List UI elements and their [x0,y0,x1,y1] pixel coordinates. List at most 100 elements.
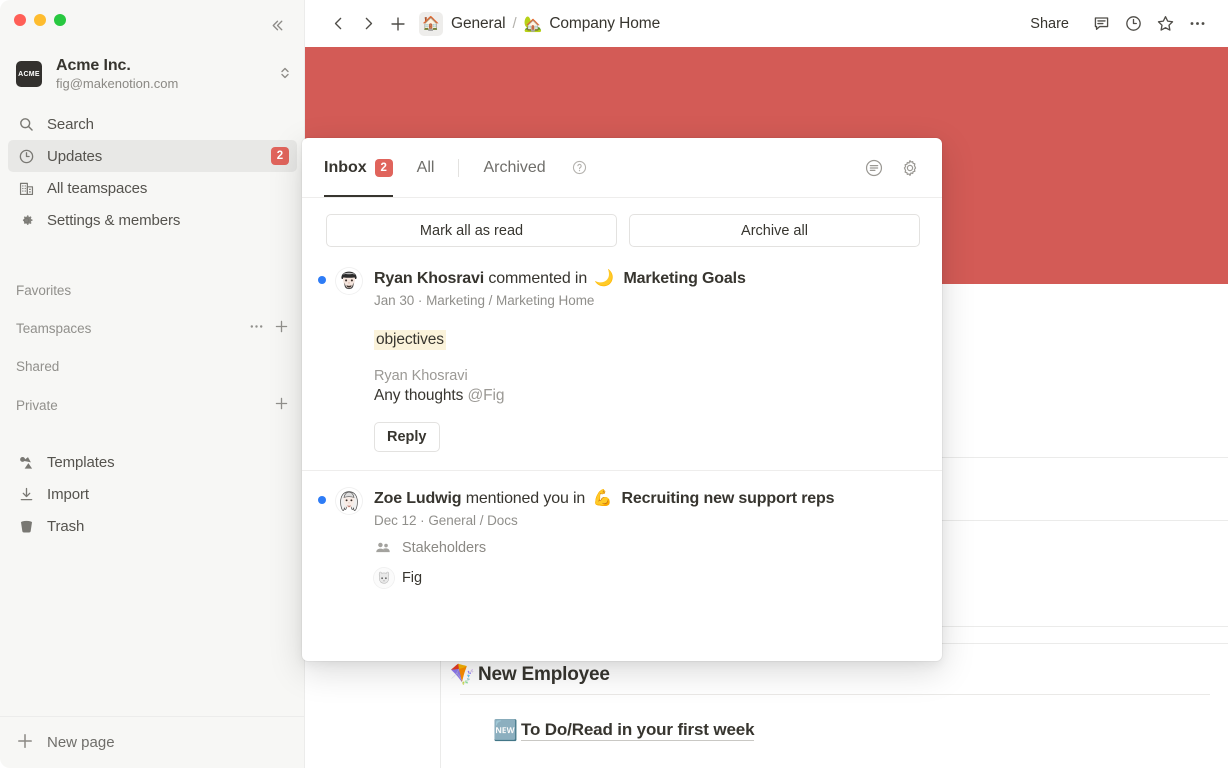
sidebar-item-all-teamspaces[interactable]: All teamspaces [8,172,297,204]
workspace-name: Acme Inc. [56,56,273,75]
new-page-plus-button[interactable] [385,11,411,37]
share-button[interactable]: Share [1021,11,1078,37]
section-label: Teamspaces [16,321,91,336]
unread-indicator [318,496,326,504]
sidebar-item-import[interactable]: Import [8,478,297,510]
gear-icon [16,210,36,230]
people-icon [374,539,392,557]
notification-item[interactable]: Ryan Khosravi commented in 🌙 Marketing G… [302,257,942,470]
notification-actor: Ryan Khosravi [374,270,484,287]
filter-icon[interactable] [862,156,886,180]
notification-meta: Dec 12 · General / Docs [374,513,918,528]
close-window-button[interactable] [14,14,26,26]
sidebar-item-settings-members[interactable]: Settings & members [8,204,297,236]
sidebar-item-label: Trash [47,518,84,535]
sidebar-nav: Search Updates 2 [0,108,305,236]
comment-icon[interactable] [1086,9,1116,39]
acme-logo-icon: ACME [16,61,42,87]
tab-all[interactable]: All [417,138,435,197]
breadcrumb-page[interactable]: Company Home [549,15,660,33]
star-icon[interactable] [1150,9,1180,39]
sidebar-section-shared: Shared [0,352,305,380]
home-emoji-icon[interactable]: 🏠 [419,12,443,36]
import-icon [16,484,36,504]
back-button[interactable] [325,11,351,37]
maximize-window-button[interactable] [54,14,66,26]
trash-icon [16,516,36,536]
inbox-panel-header: Inbox 2 All Archived [302,138,942,198]
workspace-switcher[interactable]: ACME Acme Inc. fig@makenotion.com [0,50,305,98]
breadcrumb-parent[interactable]: General [451,15,505,33]
notification-page-link[interactable]: Marketing Goals [623,270,745,287]
new-emoji-icon: 🆕 [493,718,521,743]
sidebar-item-updates[interactable]: Updates 2 [8,140,297,172]
tab-label: All [417,159,435,177]
mark-all-as-read-button[interactable]: Mark all as read [326,214,617,247]
tab-inbox[interactable]: Inbox 2 [324,138,393,197]
templates-icon [16,452,36,472]
add-teamspace-icon[interactable] [274,319,289,337]
building-icon [16,178,36,198]
property-label: Fig [402,570,422,586]
clock-icon[interactable] [1118,9,1148,39]
comment-text: Any thoughts [374,387,468,404]
fig-avatar [374,568,394,588]
sidebar-bottom-nav: Templates Import Trash [0,446,305,542]
notification-meta: Jan 30 · Marketing / Marketing Home [374,293,918,308]
sidebar-item-label: Updates [47,148,102,165]
notification-header: Ryan Khosravi commented in 🌙 Marketing G… [318,267,918,452]
collapse-sidebar-icon[interactable] [264,12,290,38]
sidebar: ACME Acme Inc. fig@makenotion.com Search [0,0,305,768]
section-header-teamspaces[interactable]: Teamspaces [8,314,297,342]
moon-emoji-icon: 🌙 [594,270,614,287]
notification-verb: commented in [488,270,587,287]
section-header-private[interactable]: Private [8,391,297,419]
section-label: Private [16,398,58,413]
section-label: Favorites [16,283,71,298]
section-header-shared[interactable]: Shared [8,352,297,380]
forward-button[interactable] [355,11,381,37]
sidebar-item-label: All teamspaces [47,180,147,197]
more-icon[interactable] [1182,9,1212,39]
block-todo-read[interactable]: 🆕 To Do/Read in your first week [493,718,754,743]
clock-icon [16,146,36,166]
sidebar-item-templates[interactable]: Templates [8,446,297,478]
more-icon[interactable] [249,319,264,337]
sidebar-item-trash[interactable]: Trash [8,510,297,542]
sidebar-item-label: Settings & members [47,212,180,229]
sidebar-section-favorites: Favorites [0,276,305,304]
kite-emoji-icon: 🪁 [450,662,478,687]
mention-property-fig: Fig [374,568,918,588]
flexed-biceps-emoji-icon: 💪 [592,490,612,507]
topbar-actions: Share [1021,9,1212,39]
block-link-title[interactable]: To Do/Read in your first week [521,720,754,741]
sidebar-section-teamspaces: Teamspaces [0,314,305,342]
notification-header: Zoe Ludwig mentioned you in 💪 Recruiting… [318,487,918,588]
new-page-button[interactable]: New page [0,716,305,768]
sidebar-item-search[interactable]: Search [8,108,297,140]
notification-item[interactable]: Zoe Ludwig mentioned you in 💪 Recruiting… [302,470,942,606]
sidebar-item-label: Search [47,116,94,133]
notification-page-link[interactable]: Recruiting new support reps [622,490,835,507]
tab-archived[interactable]: Archived [483,138,545,197]
question-circle-icon[interactable] [570,158,590,178]
reply-button[interactable]: Reply [374,422,440,452]
gear-icon[interactable] [898,156,922,180]
section-header-favorites[interactable]: Favorites [8,276,297,304]
minimize-window-button[interactable] [34,14,46,26]
new-page-label: New page [47,734,115,751]
acme-logo-text: ACME [18,71,40,78]
sidebar-item-label: Templates [47,454,114,471]
unread-indicator [318,276,326,284]
reply-wrapper: Reply [374,405,918,452]
comment-author: Ryan Khosravi [374,368,918,384]
comment-quoted-text: objectives [374,330,446,350]
add-private-page-icon[interactable] [274,396,289,414]
block-new-employee[interactable]: 🪁 New Employee [450,662,610,687]
comment-mention[interactable]: @Fig [468,387,505,404]
inbox-bulk-actions: Mark all as read Archive all [302,198,942,257]
notification-content: Ryan Khosravi commented in 🌙 Marketing G… [374,267,918,452]
archive-all-button[interactable]: Archive all [629,214,920,247]
notification-content: Zoe Ludwig mentioned you in 💪 Recruiting… [374,487,918,588]
sidebar-section-private: Private [0,391,305,419]
